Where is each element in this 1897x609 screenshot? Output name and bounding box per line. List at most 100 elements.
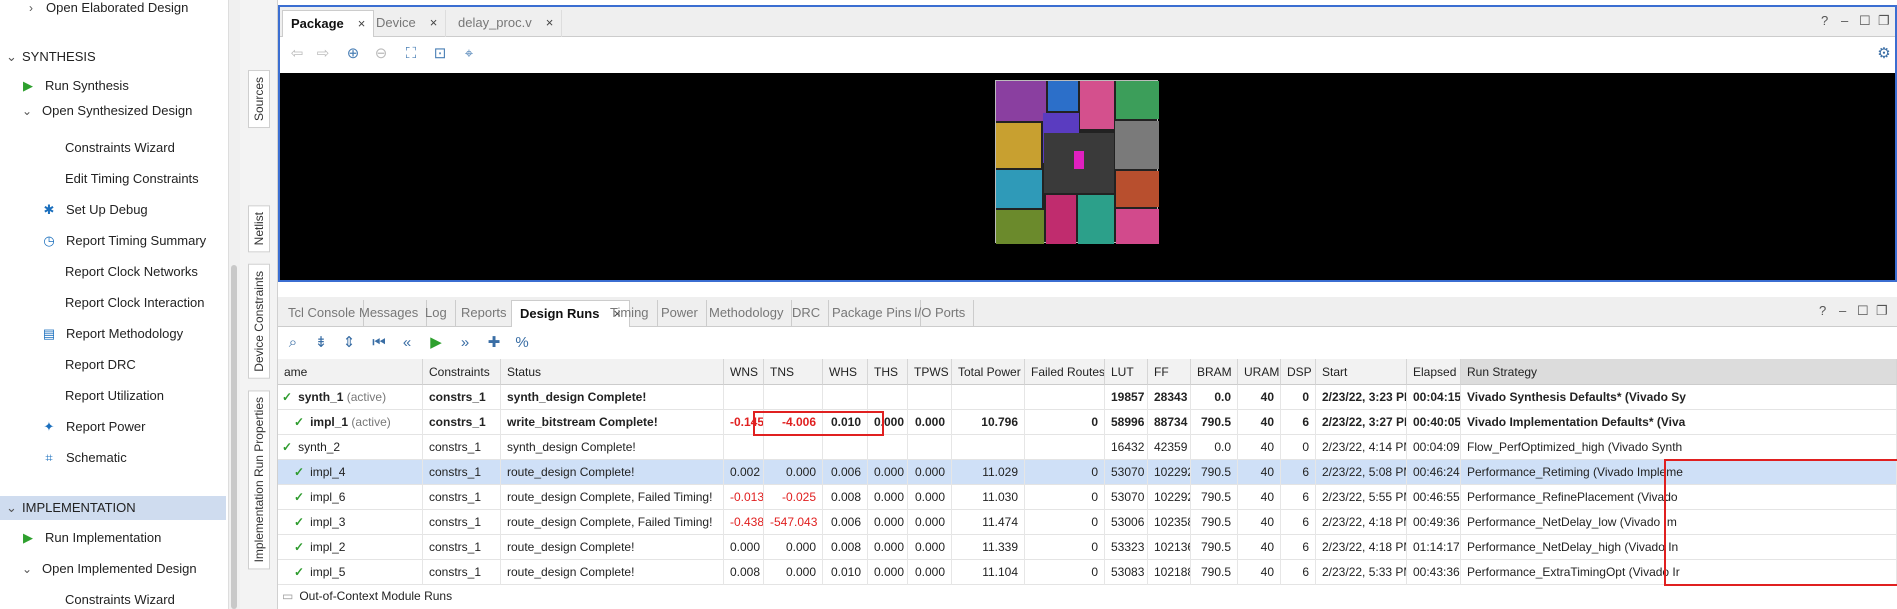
col-tpws[interactable]: TPWS — [908, 359, 952, 385]
flow-item-open-synthesized-design[interactable]: ⌄ Open Synthesized Design — [20, 100, 192, 122]
search-icon[interactable]: ⌕ — [282, 333, 304, 353]
table-row[interactable]: ✓ impl_5 constrs_1 route_design Complete!… — [278, 560, 1897, 585]
col-lut[interactable]: LUT — [1105, 359, 1148, 385]
col-status[interactable]: Status — [501, 359, 724, 385]
minimize-icon[interactable]: – — [1841, 13, 1848, 28]
tab-drc[interactable]: DRC — [784, 300, 830, 327]
col-constraints[interactable]: Constraints — [423, 359, 501, 385]
collapse-all-icon[interactable]: ⇟ — [310, 333, 332, 353]
flow-item-report-power[interactable]: ✦ Report Power — [41, 416, 146, 438]
flow-item-constraints-wizard[interactable]: Constraints Wizard — [65, 137, 175, 159]
flow-item-run-implementation[interactable]: ▶ Run Implementation — [20, 527, 161, 549]
col-name[interactable]: ame — [278, 359, 423, 385]
close-icon[interactable]: × — [546, 15, 554, 30]
tab-messages[interactable]: Messages — [351, 300, 428, 327]
chevron-down-icon[interactable]: ⌄ — [20, 100, 34, 122]
table-row[interactable]: ✓ impl_1 (active) constrs_1 write_bitstre… — [278, 410, 1897, 435]
restore-icon[interactable]: ❐ — [1878, 13, 1890, 29]
tab-log[interactable]: Log — [417, 300, 456, 327]
package-canvas[interactable] — [280, 73, 1895, 280]
tab-device[interactable]: Device × — [368, 10, 447, 37]
flow-item-report-clock-interaction[interactable]: Report Clock Interaction — [65, 292, 204, 314]
tab-implementation-run-properties[interactable]: Implementation Run Properties — [248, 390, 270, 570]
tab-delay-proc[interactable]: delay_proc.v × — [450, 10, 563, 37]
chevron-down-icon[interactable]: ⌄ — [6, 45, 17, 69]
maximize-icon[interactable]: ☐ — [1857, 303, 1869, 319]
tab-timing[interactable]: Timing — [602, 300, 658, 327]
help-icon[interactable]: ? — [1819, 303, 1826, 318]
col-total-power[interactable]: Total Power — [952, 359, 1025, 385]
uram-cell: 40 — [1238, 460, 1281, 485]
flow-item-open-elaborated-design[interactable]: › Open Elaborated Design — [24, 0, 188, 19]
forward-icon[interactable]: ⇨ — [312, 44, 334, 64]
table-row[interactable]: ✓ impl_6 constrs_1 route_design Complete,… — [278, 485, 1897, 510]
col-dsp[interactable]: DSP — [1281, 359, 1316, 385]
flow-item-schematic[interactable]: ⌗ Schematic — [41, 447, 126, 469]
col-run-strategy[interactable]: Run Strategy — [1461, 359, 1897, 385]
flow-item-set-up-debug[interactable]: ✱ Set Up Debug — [41, 199, 148, 221]
section-implementation[interactable]: ⌄ IMPLEMENTATION — [0, 496, 226, 520]
chevron-right-icon[interactable]: › — [24, 0, 38, 19]
col-bram[interactable]: BRAM — [1191, 359, 1238, 385]
tab-power[interactable]: Power — [653, 300, 707, 327]
flow-item-report-timing-summary[interactable]: ◷ Report Timing Summary — [41, 230, 206, 252]
flow-item-report-methodology[interactable]: ▤ Report Methodology — [41, 323, 183, 345]
table-row[interactable]: ✓ synth_1 (active) constrs_1 synth_design… — [278, 385, 1897, 410]
expand-all-icon[interactable]: ⇕ — [338, 333, 360, 353]
tab-netlist[interactable]: Netlist — [248, 205, 270, 253]
zoom-selection-icon[interactable]: ⊡ — [429, 44, 451, 64]
run-icon[interactable]: ▶ — [425, 333, 447, 353]
close-icon[interactable]: × — [358, 16, 366, 31]
table-row[interactable]: ✓ impl_3 constrs_1 route_design Complete,… — [278, 510, 1897, 535]
flow-scrollbar-thumb[interactable] — [231, 265, 237, 609]
tab-reports[interactable]: Reports — [453, 300, 516, 327]
tab-device-constraints[interactable]: Device Constraints — [248, 264, 270, 379]
check-icon: ✓ — [294, 415, 305, 429]
help-icon[interactable]: ? — [1821, 13, 1828, 28]
col-start[interactable]: Start — [1316, 359, 1407, 385]
tab-methodology[interactable]: Methodology — [701, 300, 793, 327]
zoom-in-icon[interactable]: ⊕ — [342, 44, 364, 64]
previous-icon[interactable]: « — [396, 333, 418, 353]
col-whs[interactable]: WHS — [823, 359, 868, 385]
restore-icon[interactable]: ❐ — [1876, 303, 1888, 319]
section-synthesis[interactable]: ⌄ SYNTHESIS — [0, 45, 226, 69]
gear-icon[interactable]: ⚙ — [1873, 44, 1895, 64]
col-elapsed[interactable]: Elapsed — [1407, 359, 1461, 385]
chevron-down-icon[interactable]: ⌄ — [20, 558, 34, 580]
flow-item-run-synthesis[interactable]: ▶ Run Synthesis — [20, 75, 129, 97]
tab-sources[interactable]: Sources — [248, 70, 270, 129]
first-icon[interactable]: ⏮ — [368, 333, 390, 353]
tab-package[interactable]: Package × — [282, 10, 375, 37]
flow-item-open-implemented-design[interactable]: ⌄ Open Implemented Design — [20, 558, 197, 580]
device-floorplan[interactable] — [995, 80, 1159, 244]
table-row[interactable]: ✓ synth_2 constrs_1 synth_design Complete… — [278, 435, 1897, 460]
add-icon[interactable]: ✚ — [483, 333, 505, 353]
col-uram[interactable]: URAM — [1238, 359, 1281, 385]
minimize-icon[interactable]: – — [1839, 303, 1846, 318]
chevron-down-icon[interactable]: ⌄ — [6, 496, 17, 520]
crosshair-icon[interactable]: ⌖ — [458, 44, 480, 64]
next-icon[interactable]: » — [454, 333, 476, 353]
flow-item-report-utilization[interactable]: Report Utilization — [65, 385, 164, 407]
col-wns[interactable]: WNS — [724, 359, 764, 385]
col-failed-routes[interactable]: Failed Routes — [1025, 359, 1105, 385]
zoom-fit-icon[interactable]: ⛶ — [400, 44, 422, 64]
percent-icon[interactable]: % — [511, 333, 533, 353]
zoom-out-icon[interactable]: ⊖ — [370, 44, 392, 64]
tab-io-ports[interactable]: I/O Ports — [906, 300, 975, 327]
flow-item-report-clock-networks[interactable]: Report Clock Networks — [65, 261, 198, 283]
start-cell: 2/23/22, 4:18 PM — [1316, 510, 1407, 535]
flow-item-edit-timing-constraints[interactable]: Edit Timing Constraints — [65, 168, 199, 190]
ooc-runs[interactable]: ▭ Out-of-Context Module Runs — [282, 589, 452, 603]
col-ff[interactable]: FF — [1148, 359, 1191, 385]
col-ths[interactable]: THS — [868, 359, 908, 385]
maximize-icon[interactable]: ☐ — [1859, 13, 1871, 29]
flow-item-constraints-wizard-impl[interactable]: Constraints Wizard — [65, 589, 175, 609]
flow-item-report-drc[interactable]: Report DRC — [65, 354, 136, 376]
table-row[interactable]: ✓ impl_2 constrs_1 route_design Complete!… — [278, 535, 1897, 560]
back-icon[interactable]: ⇦ — [286, 44, 308, 64]
table-row-selected[interactable]: ✓ impl_4 constrs_1 route_design Complete!… — [278, 460, 1897, 485]
col-tns[interactable]: TNS — [764, 359, 823, 385]
close-icon[interactable]: × — [430, 15, 438, 30]
